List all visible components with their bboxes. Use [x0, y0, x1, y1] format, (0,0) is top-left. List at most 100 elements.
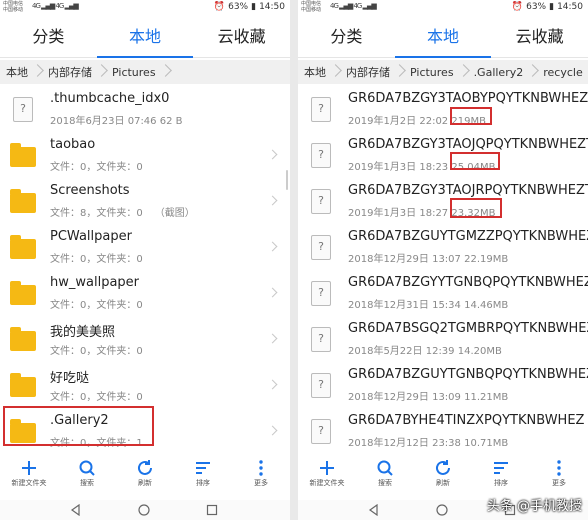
- more-button[interactable]: 更多: [530, 456, 588, 492]
- search-icon: [377, 460, 393, 476]
- list-item[interactable]: PCWallpaper 文件：0，文件夹：0: [0, 224, 290, 270]
- list-item[interactable]: ? GR6DA7BZGYYTGNBQPQYTKNBWHEZ 2018年12月31…: [298, 270, 588, 316]
- list-item[interactable]: 我的美美照 文件：0，文件夹：0: [0, 316, 290, 362]
- list-item[interactable]: ? GR6DA7BYHE4TINZXPQYTKNBWHEZ 2018年12月12…: [298, 408, 588, 454]
- item-meta: 2018年12月29日 13:09 11.21MB: [348, 392, 509, 403]
- back-icon[interactable]: [70, 504, 82, 516]
- signal-icon: 4G ▂▄▆ 4G ▂▄▆: [330, 2, 377, 10]
- breadcrumb: 本地 内部存储 Pictures .Gallery2 recycle: [298, 60, 588, 84]
- list-item[interactable]: ? .thumbcache_idx0 2018年6月23日 07:46 62 B: [0, 86, 290, 132]
- item-name: GR6DA7BYHE4TINZXPQYTKNBWHEZ: [348, 413, 585, 428]
- battery-percent: 63%: [228, 2, 249, 12]
- recents-icon[interactable]: [206, 504, 218, 516]
- sort-button[interactable]: 排序: [472, 456, 530, 492]
- chevron-right-icon: [457, 60, 471, 84]
- carrier-2: 中国移动: [3, 7, 24, 13]
- item-meta: 2018年12月12日 23:38 10.71MB: [348, 438, 509, 449]
- breadcrumb-local[interactable]: 本地: [304, 60, 346, 84]
- item-name: GR6DA7BSGQ2TGMBRPQYTKNBWHEZ: [348, 321, 588, 336]
- item-meta: 2018年6月23日 07:46 62 B: [50, 116, 183, 127]
- refresh-button[interactable]: 刷新: [414, 456, 472, 492]
- new-folder-button[interactable]: 新建文件夹: [298, 456, 356, 492]
- chevron-right-icon: [267, 287, 278, 298]
- item-name: GR6DA7BZGY3TAOJRPQYTKNBWHEZT: [348, 183, 588, 198]
- home-icon[interactable]: [436, 504, 448, 516]
- scrollbar[interactable]: [286, 170, 288, 190]
- list-item[interactable]: ? GR6DA7BZGY3TAOJQPQYTKNBWHEZT 2019年1月3日…: [298, 132, 588, 178]
- item-name: GR6DA7BZGUYTGNBQPQYTKNBWHEZ: [348, 367, 588, 382]
- watermark: 头条 @手机教授: [486, 499, 582, 514]
- item-name: 我的美美照: [50, 325, 116, 340]
- list-item[interactable]: 好吃哒 文件：0，文件夹：0: [0, 362, 290, 408]
- highlight-box: [3, 406, 154, 446]
- item-name: GR6DA7BZGYYTGNBQPQYTKNBWHEZ: [348, 275, 588, 290]
- file-size: 22.19MB: [464, 254, 509, 265]
- bottom-toolbar: 新建文件夹 搜索 刷新 排序 更多: [298, 456, 588, 492]
- status-right: ⏰ 63% ▮ 14:50: [211, 2, 285, 12]
- file-size: 14.46MB: [464, 300, 509, 311]
- tab-category[interactable]: 分类: [298, 18, 395, 57]
- chevron-right-icon: [159, 60, 173, 84]
- clock: 14:50: [557, 2, 583, 12]
- list-item[interactable]: taobao 文件：0，文件夹：0: [0, 132, 290, 178]
- back-icon[interactable]: [368, 504, 380, 516]
- carrier-labels: 中国电信 中国移动: [3, 1, 23, 13]
- list-item[interactable]: ? GR6DA7BZGY3TAOJRPQYTKNBWHEZT 2019年1月3日…: [298, 178, 588, 224]
- search-button[interactable]: 搜索: [356, 456, 414, 492]
- plus-icon: [22, 461, 36, 475]
- tab-category[interactable]: 分类: [0, 18, 97, 57]
- status-bar: 中国电信 中国移动 4G ▂▄▆ 4G ▂▄▆ ⏰ 63% ▮ 14:50: [298, 0, 588, 16]
- highlight-box: [450, 152, 500, 170]
- list-item[interactable]: Screenshots 文件：8，文件夹：0 （截图）: [0, 178, 290, 224]
- refresh-icon: [436, 460, 450, 475]
- list-item[interactable]: ? GR6DA7BZGUYTGNBQPQYTKNBWHEZ 2018年12月29…: [298, 362, 588, 408]
- refresh-button[interactable]: 刷新: [116, 456, 174, 492]
- item-meta: 文件：0，文件夹：0: [50, 300, 143, 311]
- breadcrumb-gallery2[interactable]: .Gallery2: [474, 60, 544, 84]
- item-meta: 文件：8，文件夹：0 （截图）: [50, 208, 195, 219]
- chevron-right-icon: [267, 379, 278, 390]
- chevron-right-icon: [267, 241, 278, 252]
- list-item[interactable]: hw_wallpaper 文件：0，文件夹：0: [0, 270, 290, 316]
- chevron-right-icon: [267, 149, 278, 160]
- status-right: ⏰ 63% ▮ 14:50: [509, 2, 583, 12]
- tab-local[interactable]: 本地: [96, 18, 194, 58]
- item-meta: 文件：0，文件夹：0: [50, 392, 143, 403]
- system-nav-bar: [0, 500, 290, 520]
- left-screen: 中国电信 中国移动 4G ▂▄▆ 4G ▂▄▆ ⏰ 63% ▮ 14:50 分类 本地…: [0, 0, 290, 520]
- tab-local[interactable]: 本地: [394, 18, 492, 58]
- chevron-right-icon: [267, 333, 278, 344]
- file-size: 14.20MB: [457, 346, 502, 357]
- breadcrumb-recycle[interactable]: recycle: [543, 66, 582, 79]
- carrier-2: 中国移动: [301, 7, 322, 13]
- item-meta: 2018年5月22日 12:39 14.20MB: [348, 346, 502, 357]
- highlight-box: [450, 107, 492, 125]
- list-item[interactable]: ? GR6DA7BSGQ2TGMBRPQYTKNBWHEZ 2018年5月22日…: [298, 316, 588, 362]
- breadcrumb-internal-storage[interactable]: 内部存储: [346, 60, 410, 84]
- tab-cloud[interactable]: 云收藏: [491, 18, 588, 57]
- sort-button[interactable]: 排序: [174, 456, 232, 492]
- list-item[interactable]: ? GR6DA7BZGUYTGMZZPQYTKNBWHEZ 2018年12月29…: [298, 224, 588, 270]
- item-meta: 2018年12月31日 15:34 14.46MB: [348, 300, 509, 311]
- home-icon[interactable]: [138, 504, 150, 516]
- breadcrumb-pictures[interactable]: Pictures: [112, 60, 176, 84]
- item-name: taobao: [50, 137, 96, 152]
- breadcrumb-local[interactable]: 本地: [6, 60, 48, 84]
- more-button[interactable]: 更多: [232, 456, 290, 492]
- search-button[interactable]: 搜索: [58, 456, 116, 492]
- sort-icon: [494, 462, 508, 474]
- alarm-icon: ⏰: [511, 2, 524, 12]
- tab-cloud[interactable]: 云收藏: [193, 18, 290, 57]
- list-item[interactable]: ? GR6DA7BZGY3TAOBYPQYTKNBWHEZ 2019年1月2日 …: [298, 86, 588, 132]
- signal-icon: 4G ▂▄▆ 4G ▂▄▆: [32, 2, 79, 10]
- breadcrumb-pictures[interactable]: Pictures: [410, 60, 474, 84]
- new-folder-button[interactable]: 新建文件夹: [0, 456, 58, 492]
- highlight-box: [450, 198, 502, 218]
- item-meta: 2018年12月29日 13:07 22.19MB: [348, 254, 509, 265]
- item-meta: 文件：0，文件夹：0: [50, 254, 143, 265]
- breadcrumb-internal-storage[interactable]: 内部存储: [48, 60, 112, 84]
- more-icon: [557, 460, 561, 476]
- clock: 14:50: [259, 2, 285, 12]
- item-name: GR6DA7BZGY3TAOBYPQYTKNBWHEZ: [348, 91, 588, 106]
- chevron-right-icon: [267, 425, 278, 436]
